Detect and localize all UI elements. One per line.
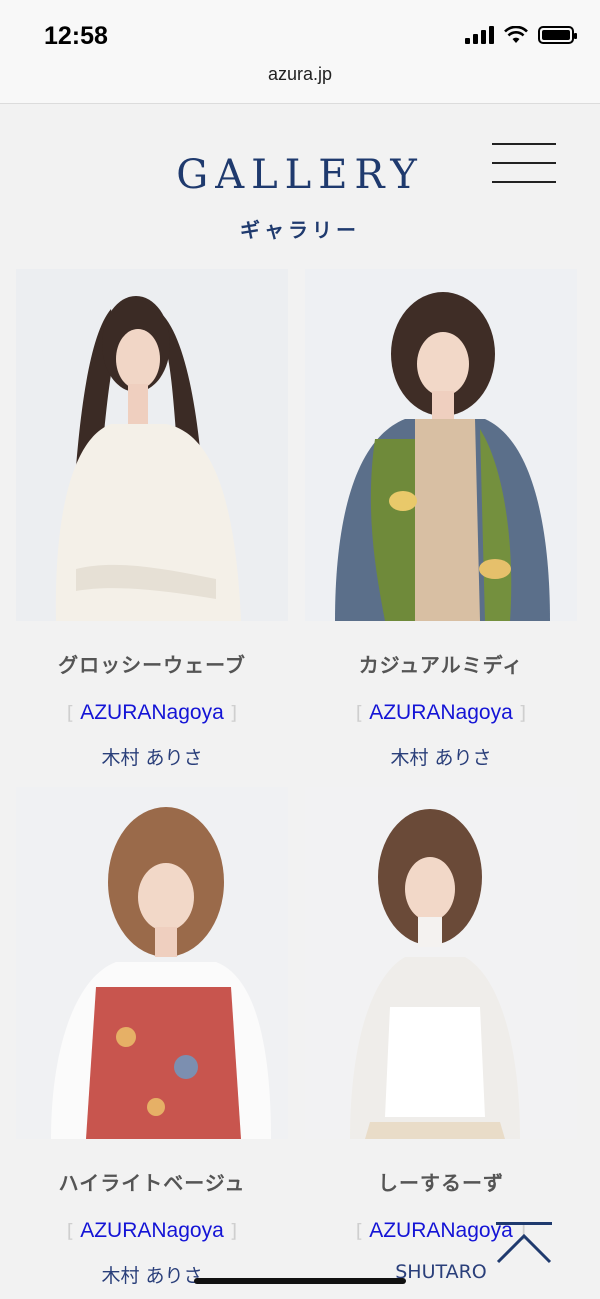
gallery-photo[interactable] [305,269,577,621]
battery-icon [538,26,577,44]
gallery-photo[interactable] [16,787,288,1139]
status-icons [465,26,577,44]
home-indicator [194,1278,406,1284]
scroll-to-top-button[interactable] [494,1222,554,1266]
style-name[interactable]: カジュアルミディ [305,649,577,678]
salon-name[interactable]: AZURANagoya [80,701,224,724]
cellular-signal-icon [465,26,494,44]
chevron-up-icon [496,1233,552,1264]
stylist-name[interactable]: 木村 ありさ [305,743,577,770]
salon-link[interactable]: [AZURANagoya] [305,701,577,725]
status-time: 12:58 [44,22,108,50]
address-bar-url[interactable]: azura.jp [0,64,600,85]
gallery-photo[interactable] [16,269,288,621]
salon-name[interactable]: AZURANagoya [369,1219,513,1242]
salon-name[interactable]: AZURANagoya [369,701,513,724]
salon-link[interactable]: [AZURANagoya] [16,701,288,725]
page-subtitle: ギャラリー [240,218,360,242]
browser-status-bar: 12:58 azura.jp [0,0,600,104]
style-name[interactable]: ハイライトベージュ [16,1167,288,1196]
salon-link[interactable]: [AZURANagoya] [16,1219,288,1243]
wifi-icon [504,26,528,43]
style-name[interactable]: しーするーず [305,1167,577,1196]
salon-name[interactable]: AZURANagoya [80,1219,224,1242]
hamburger-menu-icon[interactable] [492,143,558,185]
style-name[interactable]: グロッシーウェーブ [16,649,288,678]
gallery-photo[interactable] [305,787,577,1139]
stylist-name[interactable]: 木村 ありさ [16,743,288,770]
